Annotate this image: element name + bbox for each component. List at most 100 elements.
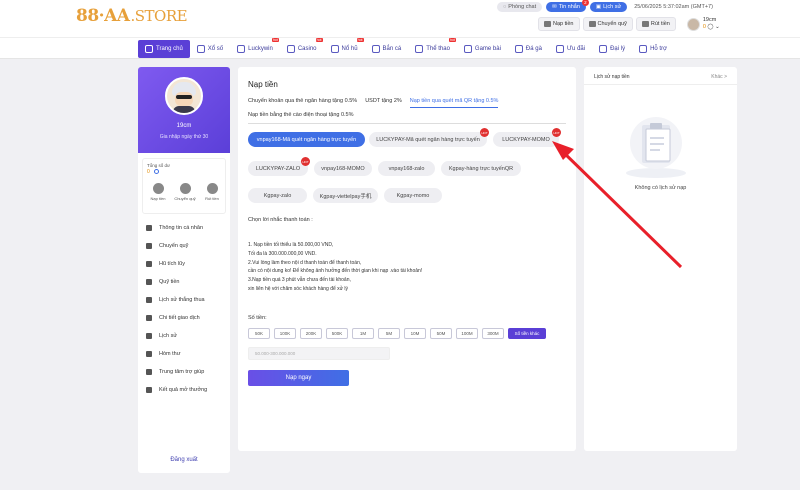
nav-slots[interactable]: Nổ hũ hot <box>324 38 365 58</box>
menu-item-jar[interactable]: Hũ tích lũy <box>138 255 230 273</box>
menu-item-help[interactable]: Trung tâm trợ giúp <box>138 363 230 381</box>
refresh-icon[interactable]: ◯ <box>707 24 713 30</box>
balance: 0 <box>702 24 706 30</box>
withdraw-button[interactable]: Rút tiền <box>635 17 676 31</box>
brand-logo[interactable]: 88·AA.STORE <box>76 6 188 26</box>
channel-label: Kgpay-zalo <box>263 192 292 199</box>
channel-kgpay-viettelpay[interactable]: Kgpay-viettelpay手机 <box>313 188 378 203</box>
channel-label: Kgpay-viettelpay手机 <box>319 193 372 200</box>
nav-home[interactable]: Trang chủ <box>138 40 190 58</box>
page-title: Nạp tiền <box>248 80 278 89</box>
nav-fishing[interactable]: Bắn cá <box>365 40 409 58</box>
channel-luckypay-bank[interactable]: LUCKYPAY-Mã quét ngân hàng trực tuyến HOT <box>369 128 489 147</box>
account-menu: Thông tin cá nhân Chuyển quỹ Hũ tích lũy… <box>138 219 230 399</box>
wallet-deposit-label: Nạp tiền <box>150 196 166 201</box>
channel-kgpay-qr[interactable]: Kgpay-hàng trực tuyếnQR <box>441 161 521 176</box>
deposit-button[interactable]: Nạp tiền <box>538 17 580 31</box>
nav-lottery[interactable]: Xổ số <box>190 40 230 58</box>
amount-option[interactable]: 50K <box>248 328 270 339</box>
menu-item-profile[interactable]: Thông tin cá nhân <box>138 219 230 237</box>
amount-option[interactable]: 300M <box>482 328 504 339</box>
nav-cards[interactable]: Game bài <box>457 40 508 58</box>
tab-bank-transfer[interactable]: Chuyển khoản qua thẻ ngân hàng tặng 0.5% <box>248 98 357 108</box>
gift-icon <box>555 45 564 53</box>
amount-other-button[interactable]: Số tiền khác <box>508 328 546 339</box>
menu-item-mailbox[interactable]: Hòm thư <box>138 345 230 363</box>
wallet-withdraw-label: Rút tiền <box>205 196 219 201</box>
amount-option[interactable]: 100M <box>456 328 478 339</box>
deposit-now-button[interactable]: Nạp ngay <box>248 370 349 386</box>
menu-label: Thông tin cá nhân <box>159 225 204 231</box>
datetime: 25/06/2025 5:37:02am (GMT+7) <box>634 4 713 10</box>
inbox-button[interactable]: ✉ Tin nhắn 2 <box>546 0 589 12</box>
menu-item-transfer[interactable]: Chuyển quỹ <box>138 237 230 255</box>
menu-item-fund[interactable]: Quỹ tiền <box>138 273 230 291</box>
deposit-label: Nạp tiền <box>553 21 574 27</box>
menu-item-win-loss[interactable]: Lịch sử thắng thua <box>138 291 230 309</box>
top-bar: 88·AA.STORE ◌ Phòng chat ✉ Tin nhắn 2 ▣ Lịch… <box>0 0 800 37</box>
menu-label: Quỹ tiền <box>159 279 180 285</box>
agent-icon <box>599 45 608 53</box>
nav-promotions[interactable]: Ưu đãi <box>549 40 592 58</box>
history-button[interactable]: ▣ Lịch sử <box>589 2 628 12</box>
history-header: Lịch sử nạp tiền Khác > <box>584 67 737 85</box>
channel-luckypay-zalo[interactable]: LUCKYPAY-ZALO HOT <box>248 157 310 176</box>
nav-label: Đại lý <box>610 46 626 52</box>
amount-input[interactable]: 50.000-300.000.000 <box>248 347 390 360</box>
brand-name: 88·AA <box>76 6 130 26</box>
channel-vnpay168-momo[interactable]: vnpay168-MOMO <box>314 161 372 176</box>
channel-luckypay-momo[interactable]: LUCKYPAY-MOMO HOT <box>493 128 561 147</box>
tab-divider <box>248 123 566 124</box>
channel-vnpay168-zalo[interactable]: vnpay168-zalo <box>378 161 435 176</box>
tab-phone-card[interactable]: Nạp tiền bằng thẻ cào điện thoại tặng 0.… <box>248 112 354 118</box>
tab-usdt[interactable]: USDT tặng 2% <box>365 98 402 108</box>
amount-option[interactable]: 10M <box>404 328 426 339</box>
wallet-deposit-button[interactable]: Nạp tiền <box>147 183 169 201</box>
nav-agent[interactable]: Đại lý <box>592 40 632 58</box>
nav-label: Ưu đãi <box>566 46 586 52</box>
nav-label: Hỗ trợ <box>650 46 668 52</box>
wallet-transfer-button[interactable]: Chuyển quỹ <box>174 183 196 201</box>
chat-button[interactable]: ◌ Phòng chat <box>497 2 543 12</box>
nav-support[interactable]: Hỗ trợ <box>632 40 674 58</box>
menu-item-transactions[interactable]: Chi tiết giao dịch <box>138 309 230 327</box>
chat-icon: ◌ <box>503 4 507 10</box>
slots-icon <box>330 45 339 53</box>
hot-badge: hot <box>356 38 364 42</box>
mail-icon <box>146 351 152 357</box>
channel-vnpay168-bank[interactable]: vnpay168-Mã quét ngân hàng trực tuyến <box>248 132 365 147</box>
menu-item-results[interactable]: Kết quả mở thưởng <box>138 381 230 399</box>
lottery-icon <box>196 45 205 53</box>
logout-link[interactable]: Đăng xuất <box>138 457 230 463</box>
wallet-withdraw-button[interactable]: Rút tiền <box>201 183 223 201</box>
transfer-button[interactable]: Chuyển quỹ <box>582 17 633 31</box>
casino-icon <box>286 45 295 53</box>
amount-option[interactable]: 50M <box>430 328 452 339</box>
nav-luckywin[interactable]: Luckywin hot <box>230 38 280 58</box>
amount-option[interactable]: 500K <box>326 328 348 339</box>
amount-option[interactable]: 100K <box>274 328 296 339</box>
chevron-down-icon[interactable]: ⌄ <box>715 24 720 30</box>
notice-text: 1. Nạp tiền tối thiểu là 50.000,00 VND, … <box>248 241 422 294</box>
deposit-panel: Nạp tiền Chuyển khoản qua thẻ ngân hàng … <box>238 67 576 451</box>
channel-kgpay-momo[interactable]: Kgpay-momo <box>384 188 442 203</box>
notice-line: cần có nội dung ko! Để không ảnh hưởng đ… <box>248 268 423 275</box>
notice-title: Chọn lời nhắc thanh toán : <box>248 217 313 223</box>
menu-item-history[interactable]: Lịch sử <box>138 327 230 345</box>
nav-casino[interactable]: Casino hot <box>280 38 324 58</box>
sports-icon <box>415 45 424 53</box>
channel-kgpay-zalo[interactable]: Kgpay-zalo <box>248 188 307 203</box>
notice-line: xin liên hệ với chăm sóc khách hàng để x… <box>248 285 349 292</box>
menu-label: Lịch sử thắng thua <box>159 297 205 303</box>
amount-option[interactable]: 1M <box>352 328 374 339</box>
amount-option[interactable]: 200K <box>300 328 322 339</box>
hot-badge: HOT <box>480 128 489 137</box>
history-more-link[interactable]: Khác > <box>711 74 727 80</box>
refresh-icon[interactable] <box>154 169 159 174</box>
tab-qr[interactable]: Nạp tiền qua quét mã QR tặng 0.5% <box>409 98 499 108</box>
amount-option[interactable]: 5M <box>378 328 400 339</box>
nav-sports[interactable]: Thể thao hot <box>408 38 457 58</box>
nav-cockfight[interactable]: Đá gà <box>508 40 549 58</box>
deposit-icon <box>544 21 551 27</box>
user-menu[interactable]: 19cm 0 ◯ ⌄ <box>686 17 720 31</box>
